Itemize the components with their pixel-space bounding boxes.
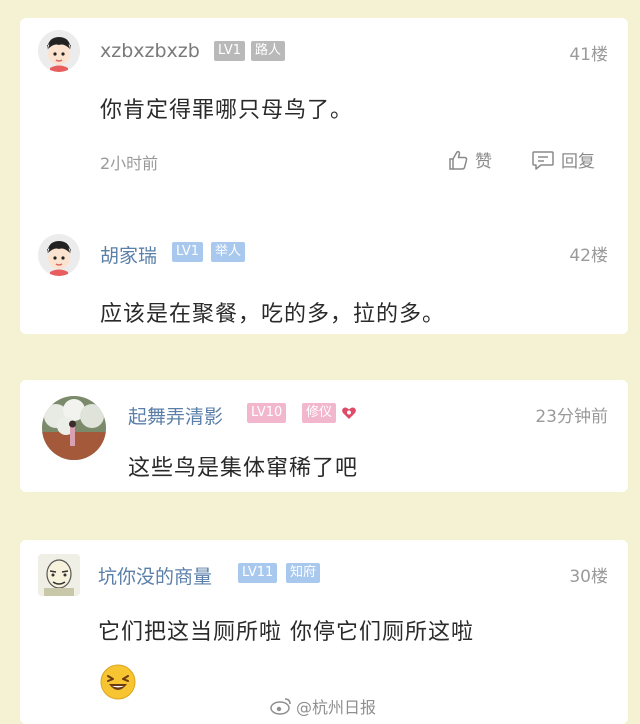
like-label: 赞 xyxy=(475,152,492,172)
watermark-text: @杭州日报 xyxy=(296,698,377,717)
cartoon-face-icon xyxy=(38,234,80,276)
reply-button[interactable]: 回复 xyxy=(531,147,595,172)
comment-text: 这些鸟是集体窜稀了吧 xyxy=(128,456,359,481)
reply-bubble-icon xyxy=(532,150,554,170)
level-badge: LV1 xyxy=(214,41,245,61)
comment-text: 它们把这当厕所啦 你停它们厕所这啦 xyxy=(98,620,474,645)
meme-face-icon xyxy=(38,554,80,596)
heart-icon xyxy=(342,407,356,419)
laughing-emoji-icon xyxy=(100,664,136,700)
comment-time: 23分钟前 xyxy=(535,407,608,427)
comment-card-1: xzbxzbxzb LV1 路人 41楼 你肯定得罪哪只母鸟了。 2小时前 赞 … xyxy=(20,18,628,334)
thumbs-up-icon xyxy=(449,150,468,170)
username[interactable]: 胡家瑞 xyxy=(100,241,157,268)
photo-avatar-icon xyxy=(42,396,106,460)
title-badge: 知府 xyxy=(286,563,321,583)
user-avatar[interactable] xyxy=(38,30,80,72)
comment-card-2: 起舞弄清影 LV10 修仪 23分钟前 这些鸟是集体窜稀了吧 xyxy=(20,380,628,492)
username[interactable]: xzbxzbxzb xyxy=(100,40,200,62)
title-badge: 修仪 xyxy=(302,403,337,423)
level-badge: LV1 xyxy=(172,242,203,262)
weibo-logo-icon xyxy=(270,698,291,715)
comment-time: 2小时前 xyxy=(100,154,159,173)
reply-label: 回复 xyxy=(561,152,595,172)
weibo-watermark: @杭州日报 xyxy=(270,694,376,718)
level-badge: LV10 xyxy=(247,403,287,423)
floor-number: 42楼 xyxy=(569,246,608,266)
comment-text: 你肯定得罪哪只母鸟了。 xyxy=(100,98,354,123)
title-badge: 举人 xyxy=(211,242,246,262)
cartoon-face-icon xyxy=(38,30,80,72)
user-avatar[interactable] xyxy=(42,396,106,460)
floor-number: 41楼 xyxy=(569,45,608,65)
user-avatar[interactable] xyxy=(38,234,80,276)
like-button[interactable]: 赞 xyxy=(447,147,492,172)
username[interactable]: 起舞弄清影 xyxy=(128,402,223,429)
username[interactable]: 坑你没的商量 xyxy=(98,562,212,589)
title-badge: 路人 xyxy=(251,41,286,61)
level-badge: LV11 xyxy=(238,563,278,583)
floor-number: 30楼 xyxy=(569,567,608,587)
user-avatar[interactable] xyxy=(38,554,80,596)
comment-text: 应该是在聚餐，吃的多，拉的多。 xyxy=(100,302,446,327)
